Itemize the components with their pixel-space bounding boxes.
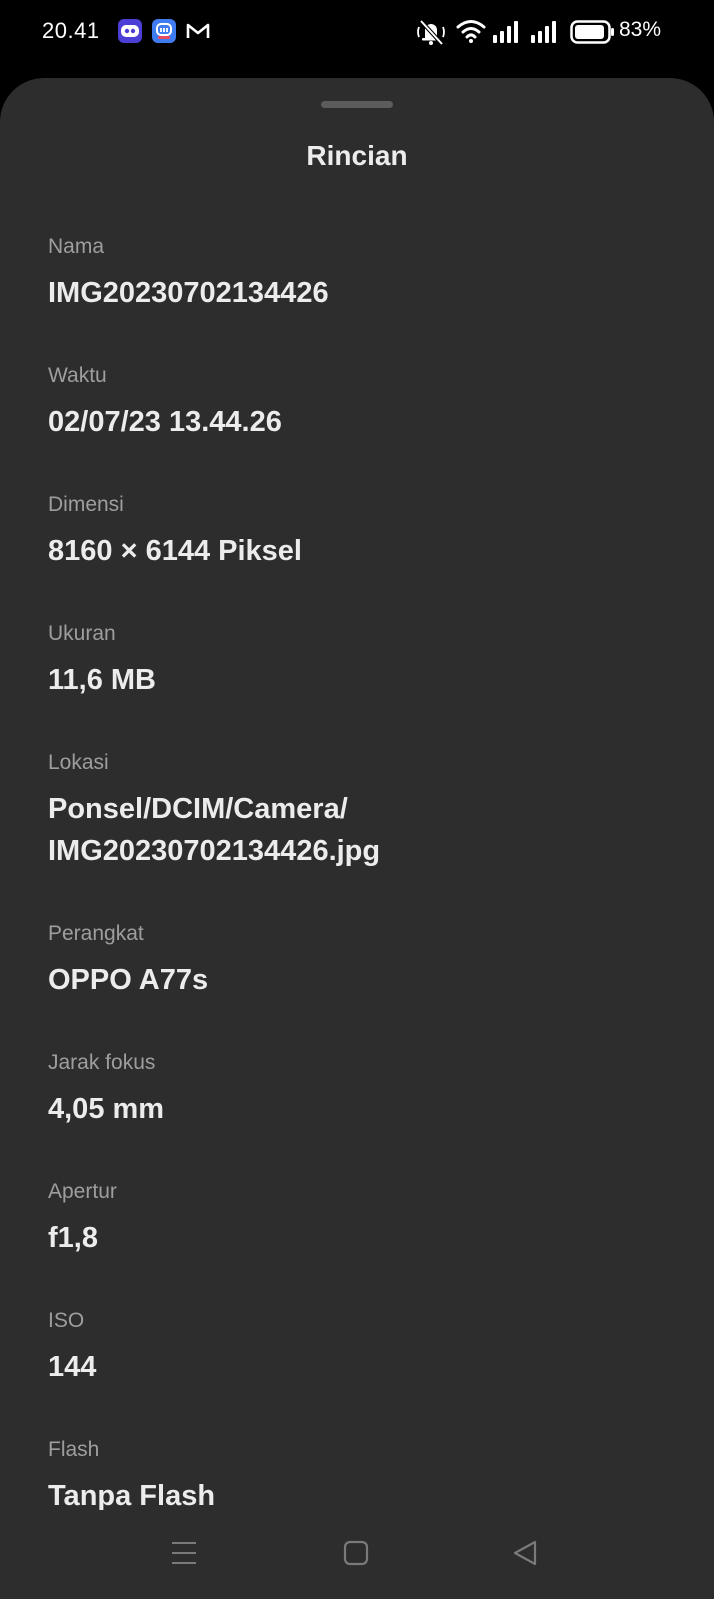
game-app-icon — [118, 19, 142, 43]
chat-app-icon — [152, 19, 176, 43]
field-label: ISO — [48, 1309, 85, 1332]
field-value: 4,05 mm — [48, 1093, 165, 1125]
field-device: Perangkat OPPO A77s — [48, 921, 668, 1001]
field-label: Dimensi — [48, 493, 124, 516]
back-icon[interactable] — [512, 1540, 538, 1566]
menu-icon[interactable] — [171, 1540, 197, 1566]
gmail-icon — [186, 19, 210, 43]
field-value: OPPO A77s — [48, 964, 209, 996]
field-label: Perangkat — [48, 922, 144, 945]
screen: 20.41 83% Rincian Nama IMG20230702134426… — [0, 0, 714, 1599]
field-value: 144 — [48, 1351, 97, 1383]
field-value: 8160 × 6144 Piksel — [48, 535, 302, 567]
details-sheet: Rincian Nama IMG20230702134426 Waktu 02/… — [0, 78, 714, 1599]
signal-icon — [531, 21, 556, 43]
sheet-title: Rincian — [306, 140, 408, 171]
field-label: Nama — [48, 235, 105, 258]
field-value: 11,6 MB — [48, 664, 156, 696]
field-label: Flash — [48, 1438, 100, 1461]
field-label: Ukuran — [48, 622, 116, 645]
field-value-line: IMG20230702134426.jpg — [48, 835, 381, 867]
status-bar: 20.41 83% — [0, 0, 714, 64]
field-flash: Flash Tanpa Flash — [48, 1437, 668, 1517]
field-location: Lokasi Ponsel/DCIM/Camera/ IMG2023070213… — [48, 750, 668, 872]
battery-icon — [570, 20, 614, 44]
mute-bell-icon — [417, 19, 445, 46]
drag-handle[interactable] — [321, 101, 393, 108]
field-value: IMG20230702134426 — [48, 277, 329, 309]
notification-icons — [118, 19, 210, 43]
field-name: Nama IMG20230702134426 — [48, 234, 668, 314]
signal-icon — [493, 21, 518, 43]
field-aperture: Apertur f1,8 — [48, 1179, 668, 1259]
field-time: Waktu 02/07/23 13.44.26 — [48, 363, 668, 443]
home-icon[interactable] — [343, 1540, 369, 1566]
field-value: f1,8 — [48, 1222, 98, 1254]
wifi-icon — [456, 20, 486, 43]
field-size: Ukuran 11,6 MB — [48, 621, 668, 701]
field-value: 02/07/23 13.44.26 — [48, 406, 282, 438]
battery-percentage: 83% — [619, 18, 662, 41]
status-time: 20.41 — [42, 18, 100, 43]
field-label: Lokasi — [48, 751, 109, 774]
navigation-bar — [0, 1510, 714, 1599]
field-focal-length: Jarak fokus 4,05 mm — [48, 1050, 668, 1130]
field-value: Ponsel/DCIM/Camera/ IMG20230702134426.jp… — [48, 788, 668, 872]
field-label: Apertur — [48, 1180, 117, 1203]
field-label: Waktu — [48, 364, 107, 387]
field-label: Jarak fokus — [48, 1051, 156, 1074]
field-iso: ISO 144 — [48, 1308, 668, 1388]
field-value-line: Ponsel/DCIM/Camera/ — [48, 793, 348, 825]
field-dimension: Dimensi 8160 × 6144 Piksel — [48, 492, 668, 572]
